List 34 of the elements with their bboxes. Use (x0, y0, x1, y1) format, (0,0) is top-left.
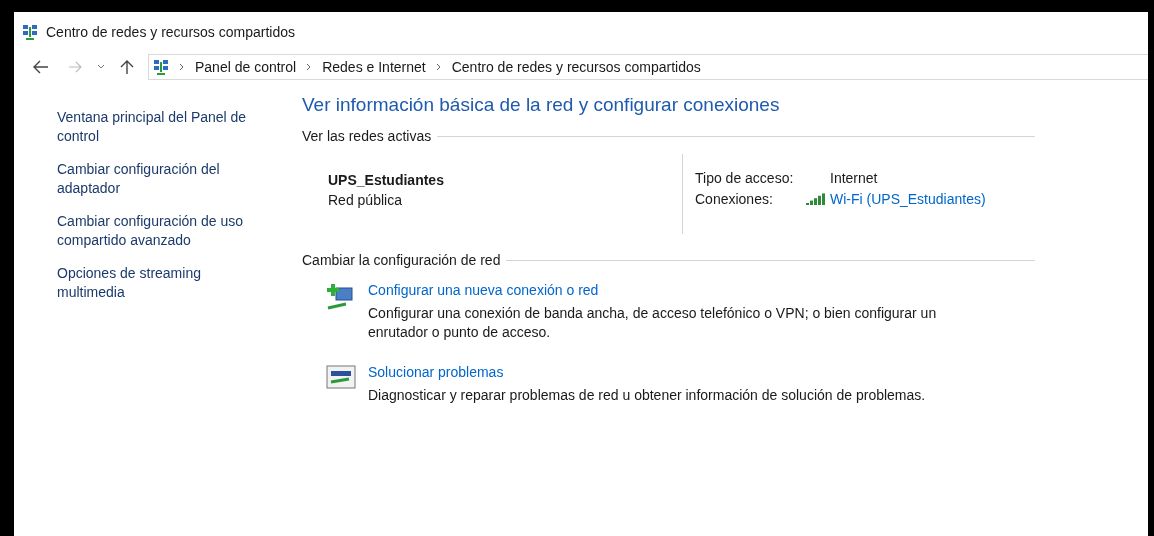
detail-label: Tipo de acceso: (695, 170, 795, 186)
monitor-icon (326, 364, 356, 390)
forward-arrow-icon (68, 61, 82, 73)
section-title: Cambiar la configuración de red (302, 252, 501, 268)
network-icon (22, 24, 38, 40)
network-category: Red pública (328, 192, 403, 208)
breadcrumb[interactable]: Panel de control (195, 59, 297, 75)
up-arrow-icon (120, 59, 134, 75)
breadcrumb[interactable]: Redes e Internet (322, 59, 426, 75)
detail-value: Internet (830, 170, 879, 186)
back-arrow-icon (33, 60, 49, 74)
network-name: UPS_Estudiantes (328, 172, 445, 188)
connection-link[interactable]: Wi-Fi (UPS_Estudiantes) (806, 191, 986, 207)
sidebar-link[interactable]: Cambiar configuración del adaptador (57, 160, 272, 198)
task-description: Configurar una conexión de banda ancha, de acceso telefónico o VPN; o bien configurar un enrutador o punto de acceso. (368, 304, 938, 342)
chevron-icon (306, 63, 313, 71)
detail-label: Conexiones: (695, 191, 774, 207)
breadcrumb[interactable]: Centro de redes y recursos compartidos (451, 59, 701, 75)
task-link[interactable]: Configurar una nueva conexión o red (368, 282, 983, 298)
signal-bars-icon (806, 193, 826, 205)
chevron-icon (435, 63, 442, 71)
address-bar[interactable]: Panel de control Redes e Internet Centro de redes y recursos compartidos (148, 54, 1148, 80)
chevron-down-icon (97, 64, 105, 70)
section-title: Ver las redes activas (302, 128, 432, 144)
network-plus-icon (326, 282, 356, 312)
task-description: Diagnosticar y reparar problemas de red u obtener información de solución de problemas. (368, 386, 927, 405)
sidebar-link[interactable]: Ventana principal del Panel de control (57, 108, 272, 146)
page-heading: Ver información básica de la red y configurar conexiones (302, 94, 781, 116)
window-title: Centro de redes y recursos compartidos (46, 24, 295, 40)
sidebar-link[interactable]: Cambiar configuración de uso compartido avanzado (57, 212, 272, 250)
task-link[interactable]: Solucionar problemas (368, 364, 983, 380)
network-icon (153, 59, 169, 75)
sidebar-link[interactable]: Opciones de streaming multimedia (57, 264, 272, 302)
chevron-icon (179, 63, 185, 71)
